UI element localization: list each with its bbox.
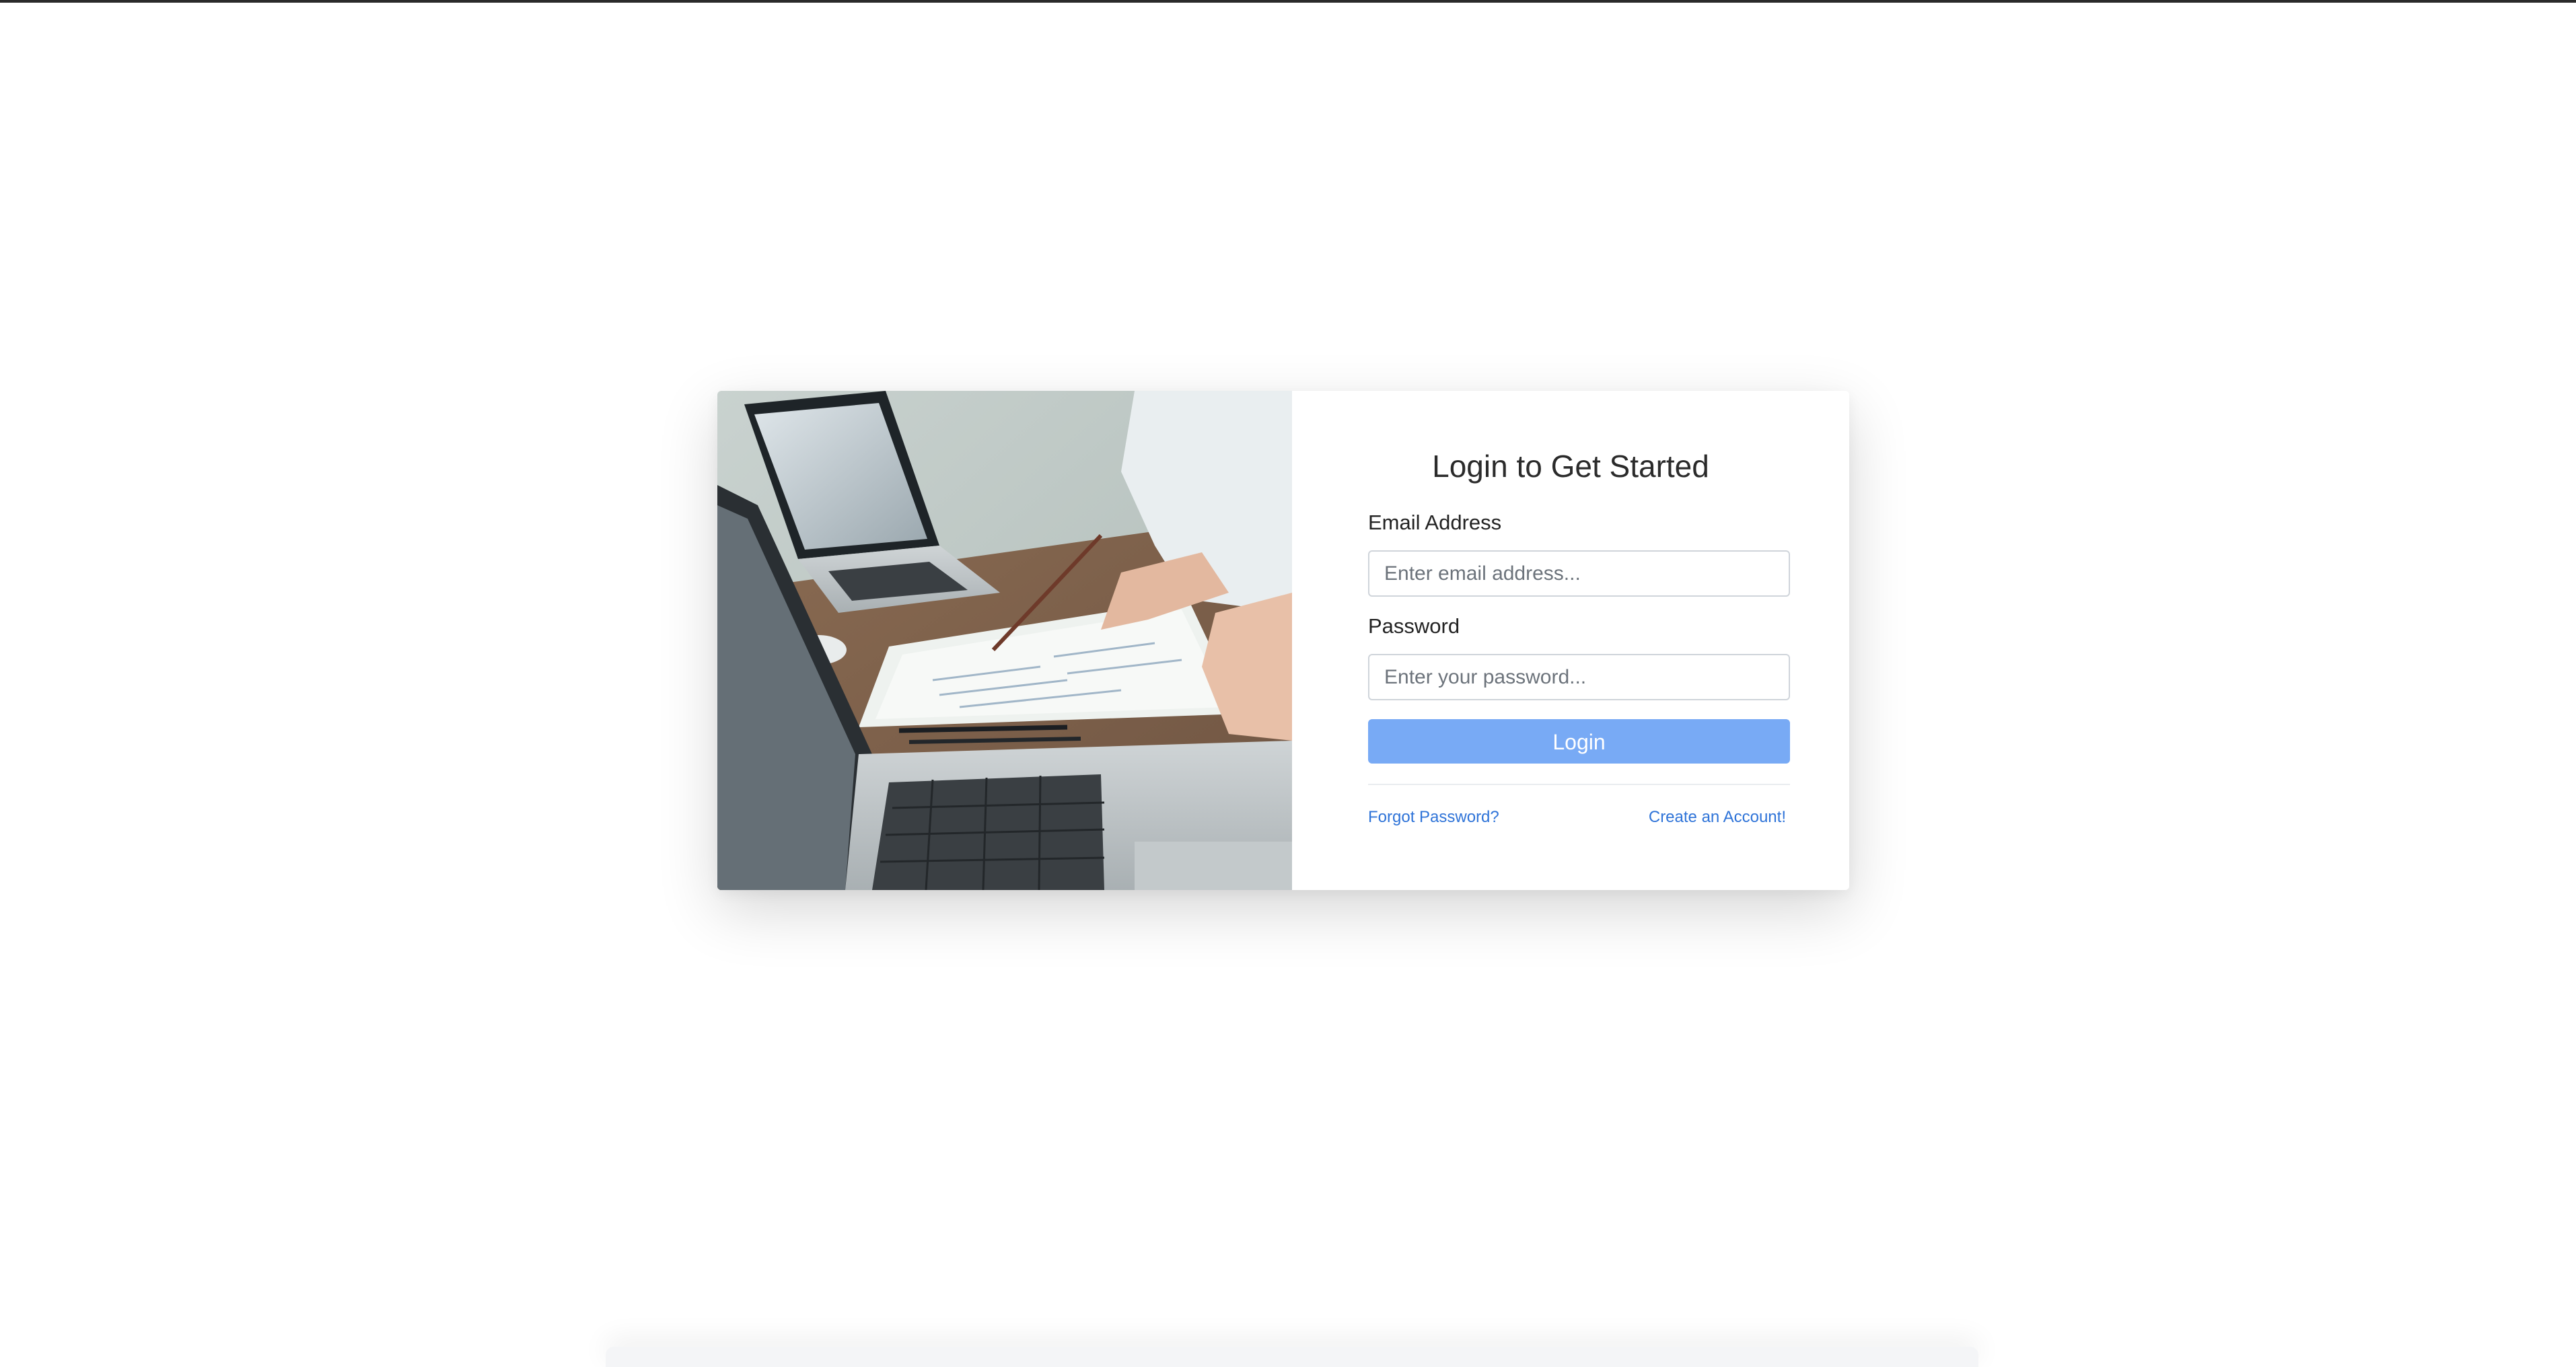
bottom-panel-edge: [606, 1347, 1978, 1367]
password-field[interactable]: [1368, 654, 1790, 700]
top-border: [0, 0, 2576, 3]
email-label: Email Address: [1368, 511, 1502, 534]
office-photo: [717, 391, 1292, 890]
create-account-link[interactable]: Create an Account!: [1649, 807, 1786, 827]
login-card: Login to Get Started Email Address Passw…: [717, 391, 1849, 890]
email-field[interactable]: [1368, 550, 1790, 597]
login-form: Login to Get Started Email Address Passw…: [1292, 391, 1849, 890]
forgot-password-link[interactable]: Forgot Password?: [1368, 807, 1499, 827]
password-label: Password: [1368, 614, 1460, 638]
page-title: Login to Get Started: [1432, 449, 1709, 484]
login-button[interactable]: Login: [1368, 719, 1790, 764]
divider: [1368, 784, 1790, 785]
